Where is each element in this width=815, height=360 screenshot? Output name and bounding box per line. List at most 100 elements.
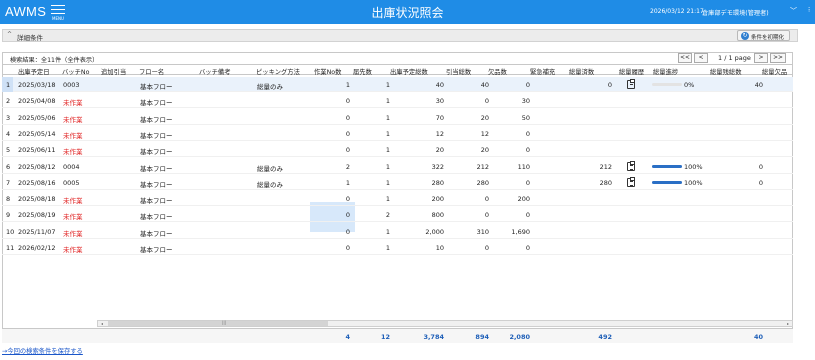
- cell-shortage: 0: [525, 81, 530, 89]
- cell-shortage: 110: [517, 162, 530, 171]
- cell-shortage: 1,690: [511, 227, 530, 236]
- save-search-conditions-link[interactable]: →今回の検索条件を保存する: [2, 346, 83, 355]
- cell-work-count: 0: [345, 97, 350, 106]
- progress-label: 100%: [684, 178, 703, 187]
- col-header-date[interactable]: 出庫予定日: [18, 67, 49, 76]
- cell-work-count: 0: [345, 113, 350, 122]
- cell-shortage: 0: [525, 146, 530, 155]
- col-header-total-shortage[interactable]: 総量欠品: [762, 67, 787, 76]
- col-header-total-remain[interactable]: 総量残総数: [710, 67, 741, 76]
- col-header-planned[interactable]: 出庫予定総数: [390, 67, 428, 76]
- cell-planned: 10: [435, 244, 444, 252]
- detail-conditions-toggle[interactable]: ^ 詳細条件: [2, 29, 798, 42]
- cell-picking: 総量のみ: [257, 83, 283, 91]
- table-row[interactable]: 2 2025/04/08 未作業 基本フロー 0 1 30 0 30: [2, 93, 793, 109]
- cell-planned: 40: [435, 81, 444, 89]
- chevron-down-icon[interactable]: ﹀: [790, 6, 797, 16]
- row-number: 9: [6, 211, 11, 220]
- cell-planned: 2,000: [425, 227, 444, 236]
- col-header-extra-alloc[interactable]: 追加引当: [101, 67, 126, 76]
- row-number: 5: [6, 146, 11, 155]
- cell-work-count: 0: [345, 227, 350, 236]
- col-header-picking[interactable]: ピッキング方法: [256, 67, 300, 76]
- cell-date: 2025/06/11: [18, 146, 56, 155]
- table-row[interactable]: 3 2025/05/06 未作業 基本フロー 0 1 70 20 50: [2, 110, 793, 125]
- table-row[interactable]: 9 2025/08/19 未作業 基本フロー 0 2 800 0 0: [2, 207, 793, 223]
- progress-bar-fill: [652, 164, 682, 168]
- cell-planned: 70: [435, 113, 444, 122]
- cell-flow: 基本フロー: [140, 131, 173, 140]
- pager-first-button[interactable]: <<: [678, 53, 692, 63]
- refresh-icon: ↻: [741, 32, 749, 40]
- cell-date: 2025/04/08: [18, 97, 56, 106]
- cell-work-count: 2: [345, 162, 350, 171]
- table-row[interactable]: 5 2025/06/11 未作業 基本フロー 0 1 20 20 0: [2, 142, 793, 158]
- col-header-work-count[interactable]: 作業No数: [314, 67, 341, 76]
- pager-last-button[interactable]: >>: [770, 53, 786, 63]
- history-clipboard-icon[interactable]: [627, 79, 635, 89]
- user-menu[interactable]: 倉庫部デモ環境(管理者): [702, 8, 769, 17]
- total-work-count: 4: [345, 333, 350, 341]
- cell-total-done: 280: [599, 178, 612, 187]
- col-header-allocated[interactable]: 引当総数: [446, 67, 471, 76]
- col-header-total-progress[interactable]: 総量進捗: [653, 67, 678, 76]
- cell-batch: 未作業: [63, 115, 83, 124]
- cell-dest-count: 1: [385, 227, 390, 236]
- cell-flow: 基本フロー: [140, 213, 173, 222]
- cell-work-count: 0: [345, 146, 350, 155]
- cell-allocated: 40: [480, 81, 489, 89]
- table-row[interactable]: 4 2025/05/14 未作業 基本フロー 0 1 12 12 0: [2, 126, 793, 141]
- table-row[interactable]: 8 2025/08/18 未作業 基本フロー 0 1 200 0 200: [2, 191, 793, 207]
- cell-date: 2025/08/12: [18, 162, 56, 171]
- cell-planned: 12: [435, 129, 444, 138]
- chevron-up-icon: ^: [7, 31, 13, 38]
- totals-row: 4 12 3,784 894 2,080 492 40: [2, 328, 793, 343]
- table-row[interactable]: 11 2026/02/12 未作業 基本フロー 0 1 10 0 0: [2, 240, 793, 255]
- pager-next-button[interactable]: >: [754, 53, 768, 63]
- cell-flow: 基本フロー: [140, 197, 173, 206]
- scroll-right-icon[interactable]: ▸: [784, 321, 792, 326]
- cell-work-count: 0: [345, 244, 350, 252]
- table-row[interactable]: 6 2025/08/12 0004 基本フロー 総量のみ 2 1 322 212 110 212 0 1…: [2, 159, 793, 174]
- cell-shortage: 50: [521, 113, 530, 122]
- col-header-flow[interactable]: フロー名: [139, 67, 164, 76]
- horizontal-scrollbar[interactable]: ◂ ||| ▸: [97, 320, 793, 327]
- cell-batch: 未作業: [63, 99, 83, 108]
- pager-label: 1 / 1 page: [718, 54, 751, 62]
- more-icon[interactable]: ⁝: [808, 6, 810, 14]
- scrollbar-thumb[interactable]: |||: [108, 320, 328, 326]
- cell-dest-count: 1: [385, 97, 390, 106]
- total-done: 492: [598, 333, 612, 341]
- history-clipboard-icon[interactable]: [627, 160, 635, 171]
- col-header-total-history[interactable]: 総量履歴: [619, 67, 644, 76]
- cell-work-count: 0: [345, 195, 350, 204]
- table-row[interactable]: 7 2025/08/16 0005 基本フロー 総量のみ 1 1 280 280 0 280 0 100…: [2, 175, 793, 190]
- cell-work-count: 1: [345, 81, 350, 89]
- page-scrollbar[interactable]: [801, 24, 815, 360]
- col-header-batch-note[interactable]: バッチ備考: [199, 67, 230, 76]
- reset-conditions-button[interactable]: ↻ 条件を初期化: [737, 30, 790, 41]
- table-row[interactable]: 1 2025/03/18 0003 基本フロー 総量のみ 1 1 40 40 0 0 40 0%: [2, 77, 793, 92]
- col-header-total-done[interactable]: 総量済数: [569, 67, 594, 76]
- cell-batch: 未作業: [63, 197, 83, 206]
- cell-picking: 総量のみ: [257, 180, 283, 189]
- cell-allocated: 20: [480, 146, 489, 155]
- row-number: 10: [6, 227, 15, 236]
- cell-dest-count: 1: [385, 113, 390, 122]
- cell-flow: 基本フロー: [140, 115, 173, 124]
- scroll-left-icon[interactable]: ◂: [98, 321, 106, 326]
- total-remain: 40: [753, 333, 763, 341]
- col-header-emergency[interactable]: 緊急補充: [530, 67, 555, 76]
- progress-bar: [652, 180, 682, 184]
- cell-shortage: 0: [525, 211, 530, 220]
- history-clipboard-icon[interactable]: [627, 176, 635, 187]
- cell-allocated: 12: [480, 129, 489, 138]
- pager-prev-button[interactable]: <: [694, 53, 708, 63]
- cell-dest-count: 1: [385, 244, 390, 252]
- col-header-shortage[interactable]: 欠品数: [488, 67, 507, 76]
- cell-flow: 基本フロー: [140, 83, 173, 91]
- col-header-dest-count[interactable]: 届先数: [353, 67, 372, 76]
- col-header-batch[interactable]: バッチNo: [62, 67, 89, 76]
- row-number: 3: [6, 113, 11, 122]
- table-row[interactable]: 10 2025/11/07 未作業 基本フロー 0 1 2,000 310 1,690: [2, 224, 793, 239]
